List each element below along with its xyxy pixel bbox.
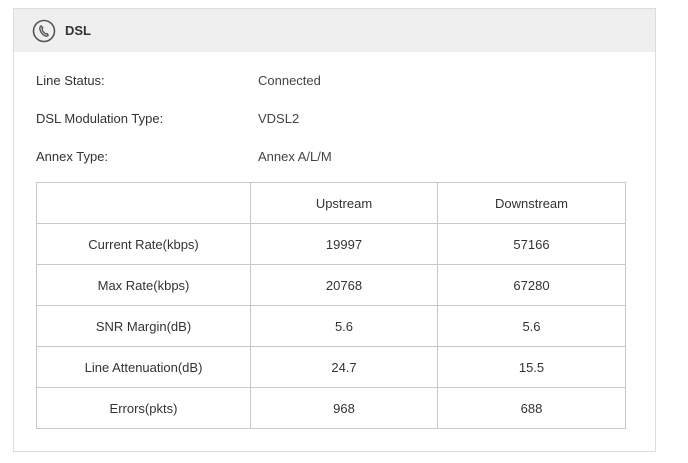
- line-status-row: Line Status: Connected: [36, 71, 636, 91]
- dsl-stats-table: Upstream Downstream Current Rate(kbps) 1…: [36, 182, 626, 429]
- downstream-value: 67280: [437, 264, 626, 306]
- table-header-upstream: Upstream: [250, 182, 438, 224]
- table-row: Current Rate(kbps) 19997 57166: [36, 223, 626, 265]
- table-row: Line Attenuation(dB) 24.7 15.5: [36, 346, 626, 388]
- panel-title: DSL: [65, 23, 91, 38]
- annex-type-row: Annex Type: Annex A/L/M: [36, 147, 636, 167]
- modulation-type-value: VDSL2: [258, 111, 300, 126]
- upstream-value: 5.6: [250, 305, 438, 347]
- row-label: Max Rate(kbps): [36, 264, 251, 306]
- table-row: Errors(pkts) 968 688: [36, 387, 626, 429]
- table-header-empty: [36, 182, 251, 224]
- dsl-panel: DSL Line Status: Connected DSL Modulatio…: [13, 8, 656, 452]
- downstream-value: 688: [437, 387, 626, 429]
- line-status-value: Connected: [258, 73, 321, 88]
- downstream-value: 5.6: [437, 305, 626, 347]
- annex-type-value: Annex A/L/M: [258, 149, 332, 164]
- annex-type-label: Annex Type:: [36, 149, 109, 164]
- line-status-label: Line Status:: [36, 73, 105, 88]
- table-header-downstream: Downstream: [437, 182, 626, 224]
- upstream-value: 20768: [250, 264, 438, 306]
- row-label: Line Attenuation(dB): [36, 346, 251, 388]
- table-row: SNR Margin(dB) 5.6 5.6: [36, 305, 626, 347]
- downstream-value: 57166: [437, 223, 626, 265]
- downstream-value: 15.5: [437, 346, 626, 388]
- table-header-row: Upstream Downstream: [36, 182, 626, 224]
- modulation-type-label: DSL Modulation Type:: [36, 111, 164, 126]
- modulation-type-row: DSL Modulation Type: VDSL2: [36, 109, 636, 129]
- phone-line-icon: [32, 19, 56, 43]
- row-label: Errors(pkts): [36, 387, 251, 429]
- upstream-value: 19997: [250, 223, 438, 265]
- row-label: Current Rate(kbps): [36, 223, 251, 265]
- upstream-value: 24.7: [250, 346, 438, 388]
- row-label: SNR Margin(dB): [36, 305, 251, 347]
- upstream-value: 968: [250, 387, 438, 429]
- table-row: Max Rate(kbps) 20768 67280: [36, 264, 626, 306]
- panel-header: DSL: [14, 9, 655, 52]
